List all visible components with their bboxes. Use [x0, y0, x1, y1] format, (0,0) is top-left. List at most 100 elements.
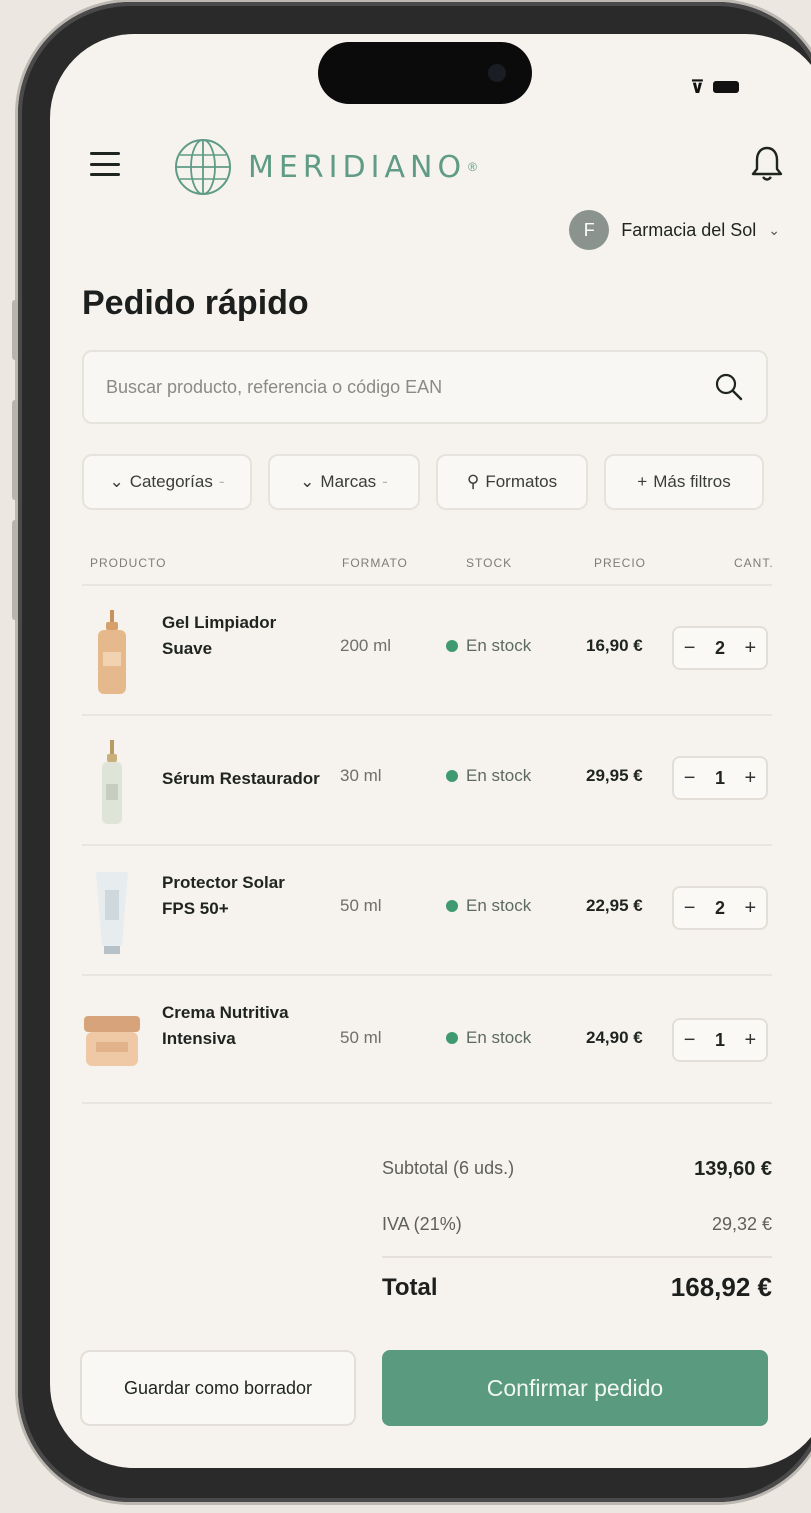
quantity-stepper[interactable]: − 1 +	[672, 1018, 768, 1062]
product-format: 30 ml	[340, 766, 382, 785]
format-filter-icon: ⚲	[466, 472, 480, 491]
page-title: Pedido rápido	[82, 284, 309, 322]
product-format: 50 ml	[340, 896, 382, 915]
stock-dot-icon	[446, 1032, 458, 1044]
product-name: Sérum Restaurador	[162, 769, 320, 788]
total-row: Total 168,92 €	[382, 1256, 772, 1320]
product-price: 24,90 €	[586, 1028, 643, 1047]
minus-icon[interactable]: −	[684, 767, 696, 790]
filter-bar: ⌄ Categorías - ⌄ Marcas - ⚲ Formatos + M…	[82, 454, 772, 510]
stock-status: En stock	[446, 766, 531, 786]
search-placeholder: Buscar producto, referencia o código EAN	[106, 376, 443, 397]
serum-bottle-image	[102, 740, 122, 824]
stock-dot-icon	[446, 770, 458, 782]
column-header-product: PRODUCTO	[90, 556, 167, 570]
quantity-value: 2	[714, 637, 725, 658]
plus-icon[interactable]: +	[745, 1029, 757, 1052]
camera-dot	[488, 64, 506, 82]
products-table: PRODUCTO FORMATO STOCK PRECIO CANT. Gel …	[82, 544, 774, 1104]
product-name: Gel Limpiador Suave	[162, 613, 277, 659]
gel-bottle-image	[98, 610, 126, 694]
quantity-stepper[interactable]: − 2 +	[672, 886, 768, 930]
status-bar: ⊽	[690, 78, 739, 96]
column-header-qty: CANT.	[734, 556, 774, 570]
filter-marcas[interactable]: ⌄ Marcas -	[268, 454, 420, 510]
filter-categorias[interactable]: ⌄ Categorías -	[82, 454, 252, 510]
plus-icon[interactable]: +	[745, 767, 757, 790]
save-draft-button[interactable]: Guardar como borrador	[80, 1350, 356, 1426]
plus-icon: +	[637, 472, 648, 491]
quantity-value: 1	[714, 767, 725, 788]
filter-label: Marcas	[320, 472, 377, 491]
product-price: 22,95 €	[586, 896, 643, 915]
globe-logo-icon	[175, 139, 231, 195]
table-row[interactable]: Gel Limpiador Suave 200 ml En stock 16,90…	[82, 584, 772, 714]
table-row[interactable]: Sérum Restaurador 30 ml En stock 29,95 €…	[82, 714, 772, 844]
chevron-down-icon: ⌄	[300, 472, 315, 491]
divider-dash: -	[218, 472, 225, 491]
product-name: Protector Solar FPS 50+	[162, 873, 285, 919]
minus-icon[interactable]: −	[684, 637, 696, 660]
table-row[interactable]: Protector Solar FPS 50+ 50 ml En stock 22…	[82, 844, 772, 974]
cream-jar-image	[84, 1016, 140, 1066]
product-price: 29,95 €	[586, 766, 643, 785]
stock-dot-icon	[446, 900, 458, 912]
divider-dash: -	[382, 472, 388, 491]
app-header: MERIDIANO ®	[50, 134, 811, 204]
phone-volume-button	[12, 520, 18, 620]
search-icon[interactable]	[714, 372, 744, 402]
product-name: Crema Nutritiva Intensiva	[162, 1003, 289, 1049]
column-header-format: FORMATO	[342, 556, 408, 570]
quantity-value: 2	[714, 897, 725, 918]
phone-side-button	[12, 300, 18, 360]
minus-icon[interactable]: −	[684, 897, 696, 920]
chevron-down-icon: ⌄	[109, 472, 124, 491]
quantity-stepper[interactable]: − 1 +	[672, 756, 768, 800]
stock-status: En stock	[446, 1028, 531, 1048]
sunscreen-tube-image	[96, 872, 128, 954]
column-header-price: PRECIO	[594, 556, 647, 570]
battery-icon	[712, 81, 739, 93]
filter-formatos[interactable]: ⚲ Formatos	[436, 454, 588, 510]
brand-logo[interactable]: MERIDIANO ®	[172, 136, 477, 198]
app-screen: ⊽ MERIDIANO ® F Farmacia del Sol ⌄ Pedid…	[50, 34, 811, 1468]
table-row[interactable]: Crema Nutritiva Intensiva 50 ml En stock …	[82, 974, 772, 1104]
filter-mas-filtros[interactable]: + Más filtros	[604, 454, 764, 510]
subtotal-row: Subtotal (6 uds.) 139,60 €	[382, 1144, 772, 1200]
confirm-order-button[interactable]: Confirmar pedido	[382, 1350, 768, 1426]
menu-icon[interactable]	[90, 152, 120, 176]
quantity-value: 1	[714, 1029, 725, 1050]
order-summary: Subtotal (6 uds.) 139,60 € IVA (21%) 29,…	[382, 1144, 772, 1320]
plus-icon[interactable]: +	[745, 897, 757, 920]
phone-volume-button	[12, 400, 18, 500]
quantity-stepper[interactable]: − 2 +	[672, 626, 768, 670]
registered-mark: ®	[468, 160, 477, 174]
total-value: 168,92 €	[670, 1272, 772, 1302]
dynamic-island	[318, 42, 532, 104]
total-label: Total	[382, 1274, 438, 1301]
filter-label: Formatos	[485, 472, 558, 491]
filter-label: Categorías	[129, 472, 213, 491]
search-input[interactable]: Buscar producto, referencia o código EAN	[82, 350, 768, 424]
product-price: 16,90 €	[586, 636, 643, 655]
stock-dot-icon	[446, 640, 458, 652]
product-format: 200 ml	[340, 636, 392, 655]
bell-icon[interactable]	[750, 144, 784, 184]
account-selector[interactable]: F Farmacia del Sol ⌄	[569, 210, 780, 250]
column-header-stock: STOCK	[466, 556, 513, 570]
stock-status: En stock	[446, 896, 531, 916]
plus-icon[interactable]: +	[745, 637, 757, 660]
brand-name: MERIDIANO	[248, 149, 467, 185]
table-header: PRODUCTO FORMATO STOCK PRECIO CANT.	[82, 544, 774, 584]
wifi-icon: ⊽	[690, 77, 705, 97]
subtotal-label: Subtotal (6 uds.)	[382, 1158, 515, 1178]
minus-icon[interactable]: −	[684, 1029, 696, 1052]
avatar: F	[569, 210, 610, 250]
iva-row: IVA (21%) 29,32 €	[382, 1200, 772, 1256]
chevron-down-icon: ⌄	[768, 221, 780, 238]
filter-label: Más filtros	[653, 472, 731, 491]
product-format: 50 ml	[340, 1028, 382, 1047]
iva-value: 29,32 €	[711, 1214, 772, 1234]
iva-label: IVA (21%)	[382, 1214, 462, 1234]
stock-status: En stock	[446, 636, 531, 656]
